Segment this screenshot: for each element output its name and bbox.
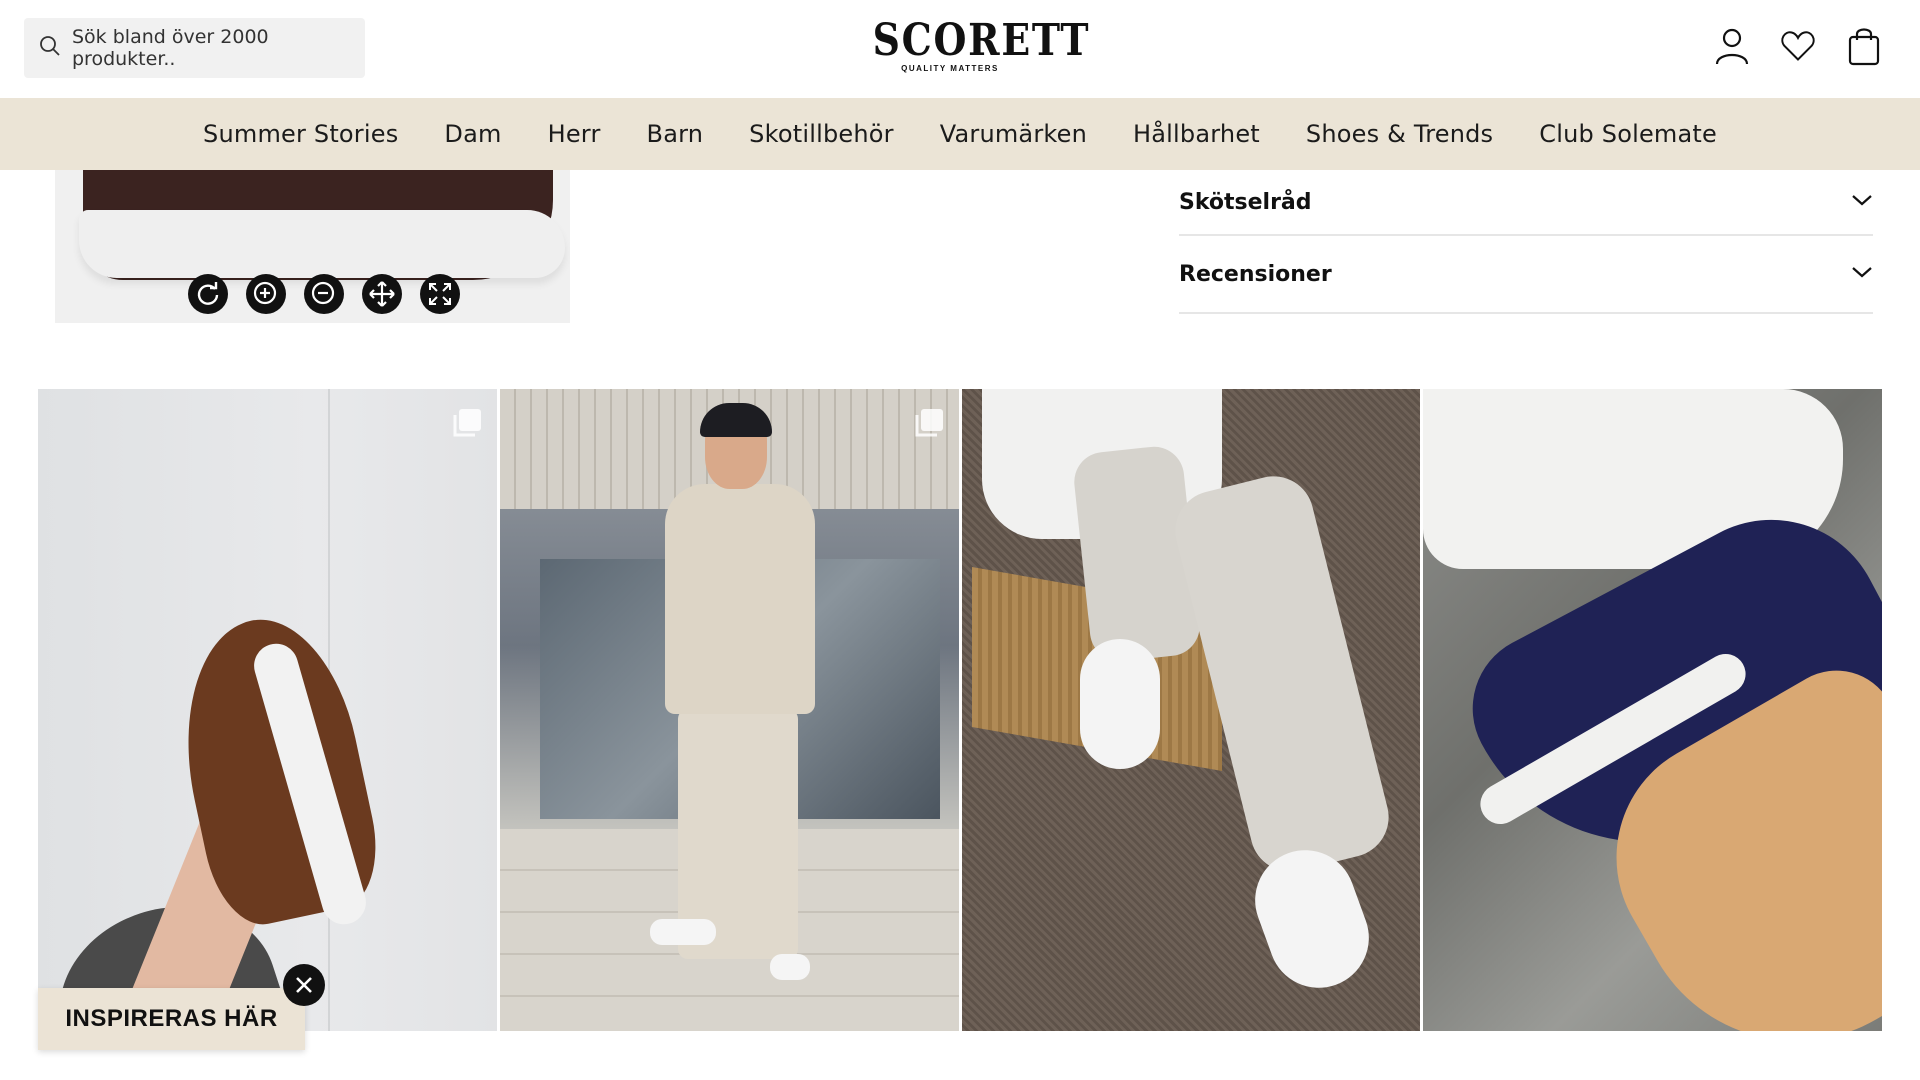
zoom-out-icon[interactable] [304,274,344,314]
nav-item-herr[interactable]: Herr [548,120,601,148]
multiple-images-icon [451,407,483,439]
inspiration-gallery [38,389,1882,1031]
multiple-images-icon [913,407,945,439]
fullscreen-icon[interactable] [420,274,460,314]
gallery-tile-three-sneakers[interactable] [1423,389,1882,1031]
heart-icon[interactable] [1780,26,1816,66]
nav-item-club-solemate[interactable]: Club Solemate [1539,120,1717,148]
nav-item-varumarken[interactable]: Varumärken [940,120,1087,148]
chevron-down-icon [1851,193,1873,212]
sneaker-left [649,919,716,945]
scorett-logo[interactable]: SCORETT QUALITY MATTERS [860,15,1091,76]
main-nav: Summer Stories Dam Herr Barn Skotillbehö… [0,98,1920,170]
product-360-viewer[interactable] [55,170,570,323]
sneaker-right [769,954,810,980]
product-shoe-sole [79,210,565,278]
accordion-label: Recensioner [1179,261,1332,287]
gallery-tile-man-beige-outfit[interactable] [499,389,959,1031]
nav-item-dam[interactable]: Dam [444,120,501,148]
bag-icon[interactable] [1846,26,1882,66]
viewer-controls [188,274,460,314]
search-box[interactable]: Sök bland över 2000 produkter.. [24,18,365,78]
person-jacket [664,484,815,714]
inspire-label: INSPIRERAS HÄR [65,1005,278,1032]
accordion-recensioner[interactable]: Recensioner [1179,236,1873,314]
site-header: Sök bland över 2000 produkter.. SCORETT … [0,0,1920,98]
move-icon[interactable] [362,274,402,314]
nav-item-skotillbehor[interactable]: Skotillbehör [749,120,894,148]
gallery-tile-hand-brown-suede-sneaker[interactable] [38,389,497,1031]
search-icon [38,34,62,63]
rotate-icon[interactable] [188,274,228,314]
logo-wordmark: SCORETT [872,15,1091,66]
gallery-tile-white-sneakers-seated[interactable] [961,389,1421,1031]
inspire-button[interactable]: INSPIRERAS HÄR [38,988,305,1050]
search-placeholder[interactable]: Sök bland över 2000 produkter.. [72,26,365,70]
nav-item-summer-stories[interactable]: Summer Stories [203,120,398,148]
white-sneaker-right [1240,836,1383,1002]
nav-item-shoes-trends[interactable]: Shoes & Trends [1306,120,1493,148]
zoom-in-icon[interactable] [246,274,286,314]
header-actions [1714,26,1882,66]
accordion-skotselrad[interactable]: Skötselråd [1179,170,1873,236]
accordion-label: Skötselråd [1179,189,1312,215]
nav-item-barn[interactable]: Barn [647,120,704,148]
user-icon[interactable] [1714,26,1750,66]
nav-item-hallbarhet[interactable]: Hållbarhet [1133,120,1260,148]
white-sneaker-left [1079,639,1160,769]
product-accordion: Skötselråd Recensioner [1179,170,1873,314]
chevron-down-icon [1851,265,1873,284]
close-icon[interactable] [283,964,325,1006]
